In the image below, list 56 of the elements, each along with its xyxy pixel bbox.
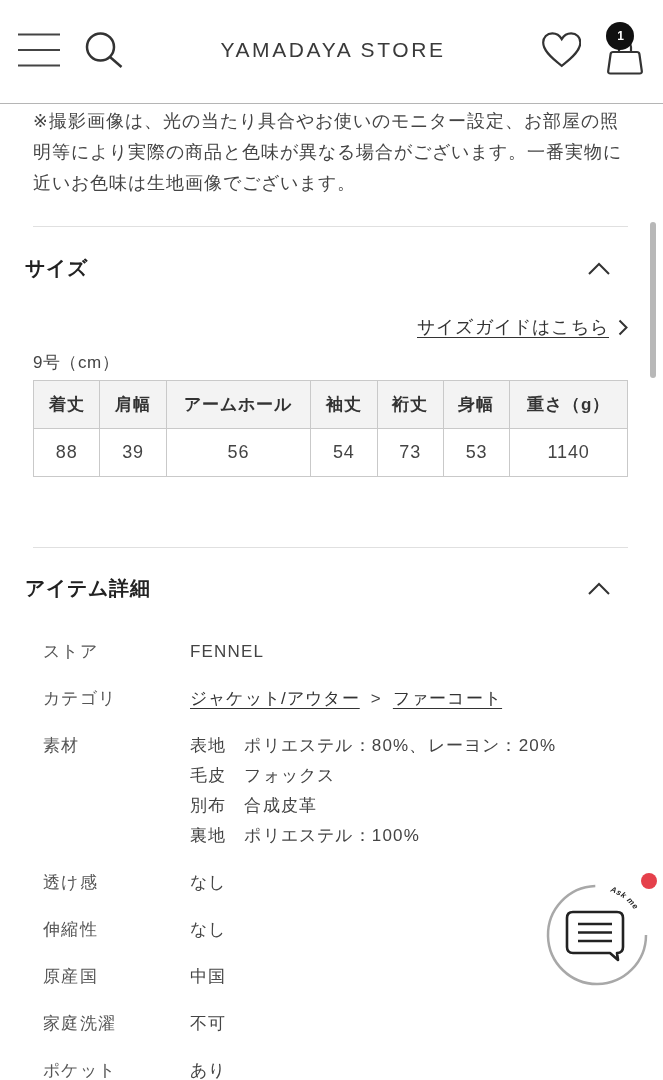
material-part: 毛皮 xyxy=(190,764,227,787)
scrollbar-thumb[interactable] xyxy=(650,222,656,378)
detail-label: 素材 xyxy=(43,734,81,757)
search-icon[interactable] xyxy=(85,31,123,68)
material-part: 表地 xyxy=(190,734,227,757)
table-header-cell: 重さ（g） xyxy=(509,380,628,428)
detail-label: カテゴリ xyxy=(43,687,118,710)
detail-label: 家庭洗濯 xyxy=(43,1012,118,1035)
table-cell: 56 xyxy=(166,428,311,476)
detail-value: なし xyxy=(190,918,227,941)
detail-value: 中国 xyxy=(190,965,227,988)
material-part: 別布 xyxy=(190,794,227,817)
table-header-cell: アームホール xyxy=(166,380,311,428)
detail-label: 透け感 xyxy=(43,871,99,894)
cart-count-badge: 1 xyxy=(606,21,635,50)
table-header-cell: 袖丈 xyxy=(310,380,377,428)
material-value: ポリエステル：80%、レーヨン：20% xyxy=(244,734,557,757)
chevron-up-icon[interactable] xyxy=(588,261,610,275)
table-cell: 39 xyxy=(99,428,167,476)
chevron-up-icon[interactable] xyxy=(588,582,610,595)
table-cell: 53 xyxy=(443,428,510,476)
menu-icon[interactable] xyxy=(18,32,60,67)
section-heading: サイズ xyxy=(25,255,88,281)
category-link[interactable]: ジャケット/アウター xyxy=(190,687,360,710)
material-part: 裏地 xyxy=(190,824,227,847)
detail-label: 伸縮性 xyxy=(43,918,99,941)
heart-icon[interactable] xyxy=(542,31,582,68)
table-header-cell: 身幅 xyxy=(443,380,510,428)
section-heading: アイテム詳細 xyxy=(25,576,151,601)
size-guide-link[interactable]: サイズガイドはこちら xyxy=(417,315,628,339)
material-value: フォックス xyxy=(244,764,336,787)
table-caption: 9号（cm） xyxy=(33,352,121,374)
speech-bubble-icon xyxy=(565,910,625,962)
store-logo[interactable]: YAMADAYA STORE xyxy=(124,37,542,62)
detail-value: 不可 xyxy=(190,1012,227,1035)
table-header-cell: 裄丈 xyxy=(377,380,444,428)
table-cell: 88 xyxy=(33,428,100,476)
detail-label: ポケット xyxy=(43,1059,118,1080)
chevron-right-icon xyxy=(618,318,628,336)
cart-button[interactable]: 1 xyxy=(606,24,644,75)
material-value: ポリエステル：100% xyxy=(244,824,421,847)
photo-color-note: ※撮影画像は、光の当たり具合やお使いのモニター設定、お部屋の照明等により実際の商品と色味が異なる場合がございます。一番実物に近いお色味は生地画像でございます。 xyxy=(33,110,623,195)
table-cell: 73 xyxy=(377,428,444,476)
detail-label: ストア xyxy=(43,640,99,663)
table-header-cell: 肩幅 xyxy=(99,380,167,428)
table-cell: 1140 xyxy=(509,428,628,476)
detail-label: 原産国 xyxy=(43,965,99,988)
detail-value: なし xyxy=(190,871,227,894)
table-header-cell: 着丈 xyxy=(33,380,100,428)
detail-value: あり xyxy=(190,1059,227,1080)
detail-value: FENNEL xyxy=(190,640,265,663)
material-value: 合成皮革 xyxy=(244,794,318,817)
table-cell: 54 xyxy=(310,428,377,476)
ring-icon xyxy=(546,884,648,986)
breadcrumb-separator: > xyxy=(370,687,382,710)
category-link[interactable]: ファーコート xyxy=(392,687,503,710)
